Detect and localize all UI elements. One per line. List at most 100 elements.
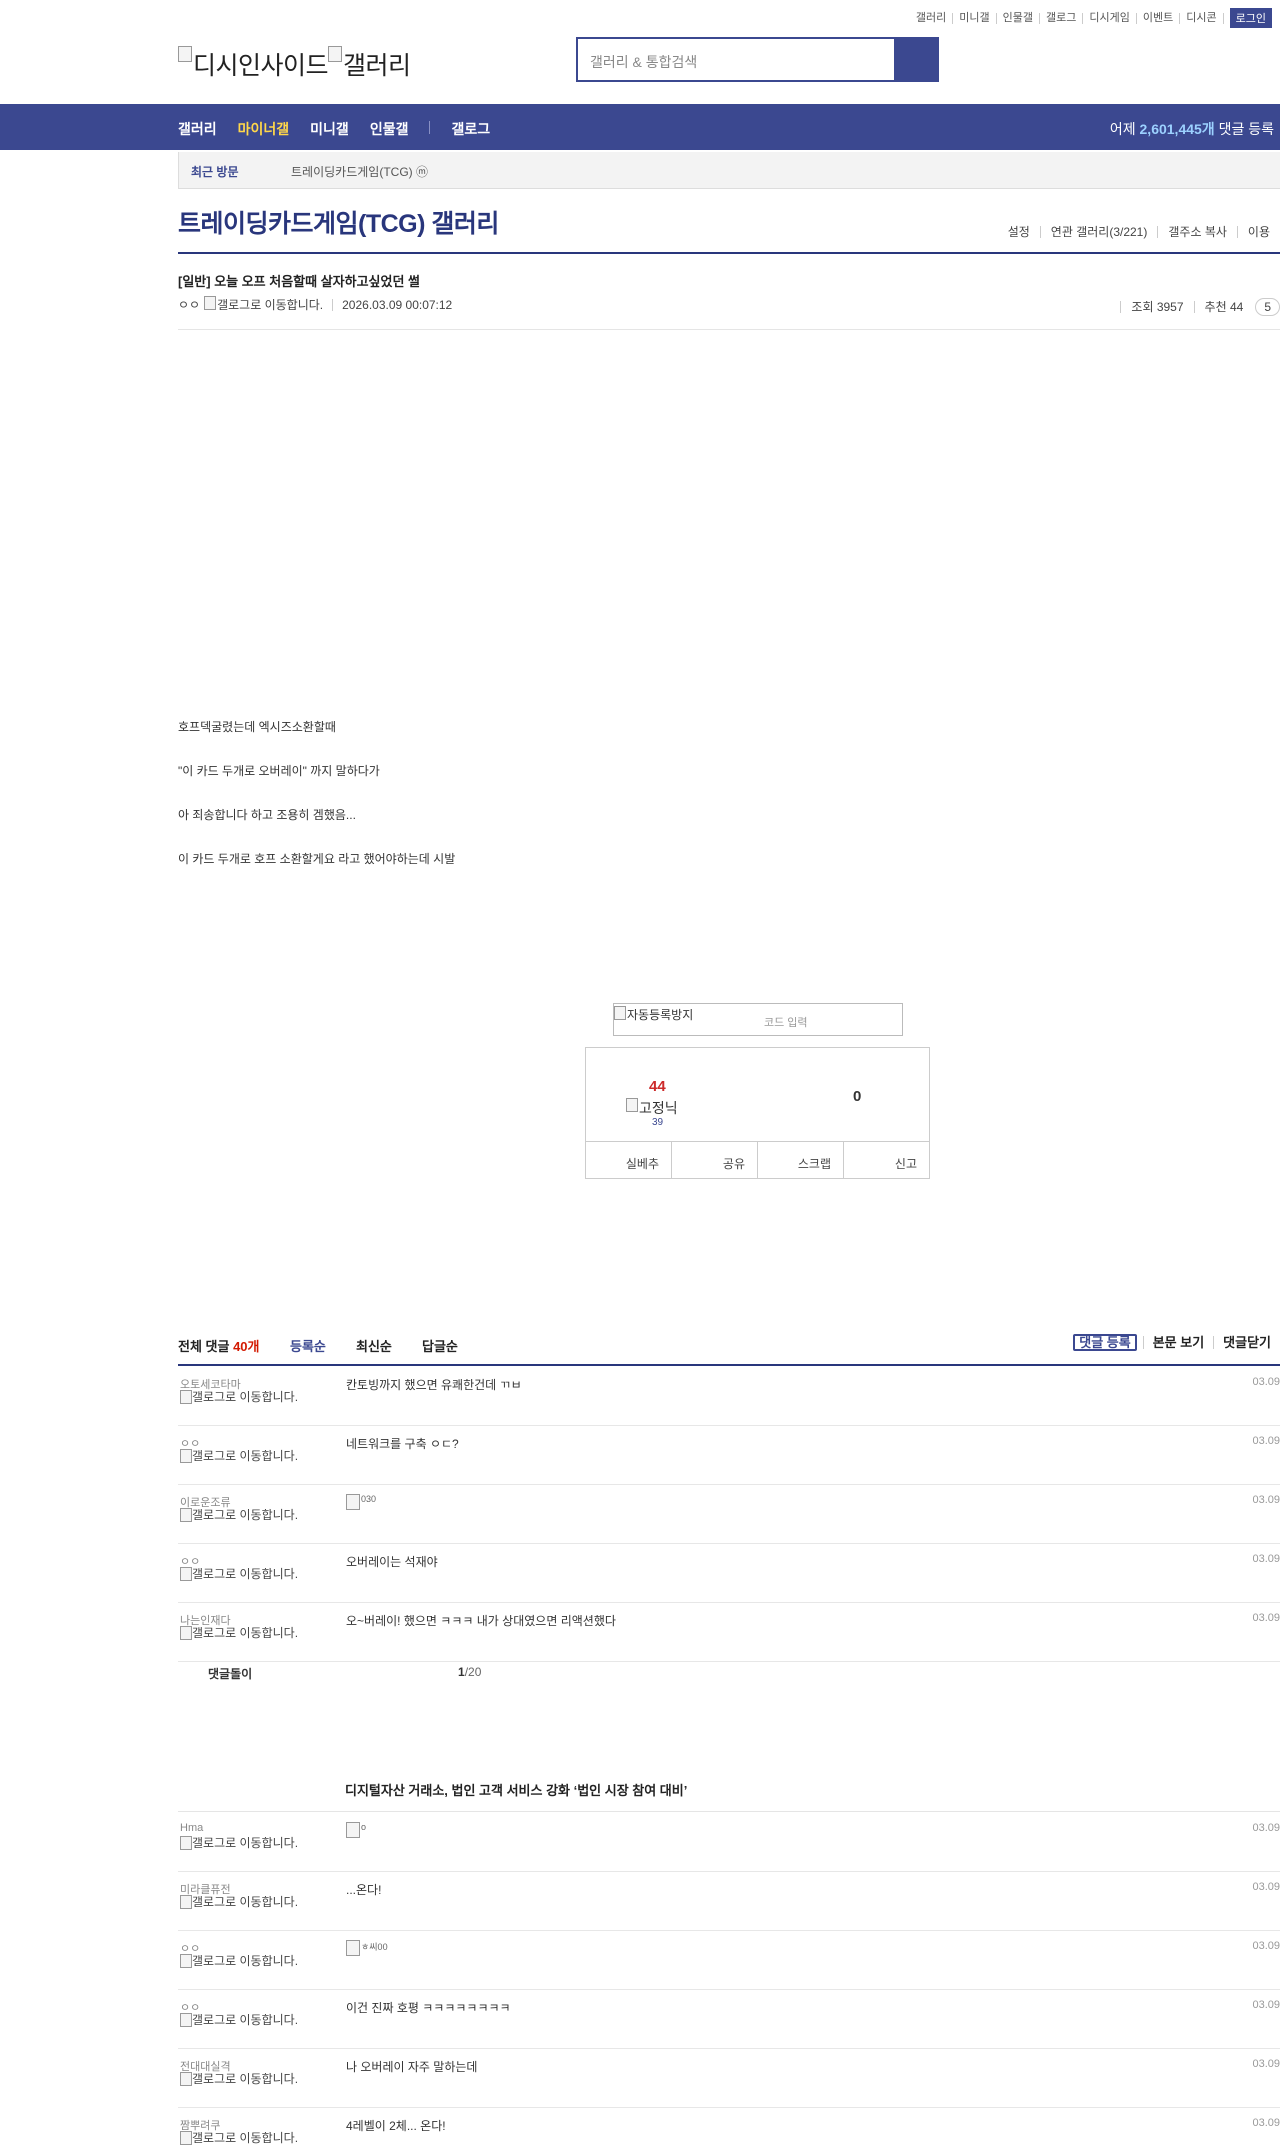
sort-latest[interactable]: 최신순 — [356, 1336, 392, 1355]
reply-pagination[interactable]: 1/20 — [458, 1665, 481, 1679]
fixed-nick-alt: 고정닉 — [639, 1100, 678, 1116]
comment-date: 03.09 — [1252, 1822, 1280, 1834]
gallery-title[interactable]: 트레이딩카드게임(TCG) 갤러리 — [178, 204, 499, 240]
recent-visit-bar: 최근 방문 트레이딩카드게임(TCG) ⓜ — [178, 152, 1280, 189]
view-body-button[interactable]: 본문 보기 — [1142, 1336, 1213, 1349]
recommend-up-count[interactable]: 44 — [649, 1078, 666, 1095]
recommend-actions: 실베추 공유 스크랩 신고 — [586, 1141, 929, 1178]
comment-date: 03.09 — [1252, 1881, 1280, 1893]
comment-date: 03.09 — [1252, 1435, 1280, 1447]
best-recommend-button[interactable]: 실베추 — [586, 1142, 672, 1178]
gallog-link-alt: 갤로그로 이동합니다. — [192, 1836, 299, 1850]
top-link-gallery[interactable]: 갤러리 — [910, 12, 954, 24]
gallog-link[interactable]: 갤로그로 이동합니다. — [180, 1390, 310, 1404]
gallery-menu-related[interactable]: 연관 갤러리(3/221) — [1039, 226, 1158, 238]
comment-image-alt: 030 — [361, 1494, 377, 1504]
comment-row: 나는인재다 갤로그로 이동합니다. 오~버레이! 했으면 ㅋㅋㅋ 내가 상대였으… — [178, 1602, 1280, 1662]
gallery-menu-settings[interactable]: 설정 — [998, 226, 1040, 238]
login-button[interactable]: 로그인 — [1229, 8, 1272, 28]
gallog-link-alt: 갤로그로 이동합니다. — [192, 1449, 299, 1463]
comment-row: 짬뿌려쿠 갤로그로 이동합니다. 4레벨이 2체... 온다! 03.09 — [178, 2107, 1280, 2146]
reply-news-title[interactable]: 디지털자산 거래소, 법인 고객 서비스 강화 ‘법인 시장 참여 대비’ — [345, 1780, 687, 1799]
stat-prefix: 어제 — [1109, 121, 1136, 137]
gallog-link[interactable]: 갤로그로 이동합니다. — [180, 1836, 310, 1850]
captcha-box: 자동등록방지 코드 입력 — [613, 1003, 903, 1036]
search-input[interactable]: 갤러리 & 통합검색 — [578, 39, 894, 80]
post-title: [일반] 오늘 오프 처음할때 살자하고싶었던 썰 — [178, 274, 420, 289]
broken-image-icon — [180, 1836, 192, 1850]
comment-text: 오~버레이! 했으면 ㅋㅋㅋ 내가 상대였으면 리액션했다 — [346, 1614, 616, 1628]
top-link-event[interactable]: 이벤트 — [1137, 12, 1181, 24]
report-button[interactable]: 신고 — [844, 1142, 929, 1178]
sort-replies[interactable]: 답글순 — [422, 1336, 458, 1355]
close-comments-button[interactable]: 댓글닫기 — [1213, 1336, 1280, 1349]
top-link-game[interactable]: 디시게임 — [1083, 12, 1137, 24]
comment-date: 03.09 — [1252, 2117, 1280, 2129]
gallog-link[interactable]: 갤로그로 이동합니다. — [180, 1449, 310, 1463]
post-author[interactable]: ㅇㅇ — [178, 296, 200, 313]
gallog-link-alt: 갤로그로 이동합니다. — [192, 1954, 299, 1968]
share-button[interactable]: 공유 — [672, 1142, 758, 1178]
gallog-link-alt: 갤로그로 이동합니다. — [192, 1508, 299, 1522]
top-link-gallog[interactable]: 갤로그 — [1040, 12, 1084, 24]
gallog-link[interactable]: 갤로그로 이동합니다. — [180, 2131, 310, 2145]
gnb-item-minor[interactable]: 마이너갤 — [238, 119, 290, 139]
gallog-link[interactable]: 갤로그로 이동합니다. — [180, 2072, 310, 2086]
gallog-link-alt: 갤로그로 이동합니다. — [192, 1895, 299, 1909]
comment-image: o — [346, 1822, 366, 1838]
gallog-link[interactable]: 갤로그로 이동합니다. — [180, 2013, 310, 2027]
logo-alt-gallery: 갤러리 — [343, 52, 411, 80]
search-button[interactable] — [894, 39, 937, 80]
gallery-menu-copy-url[interactable]: 갤주소 복사 — [1157, 226, 1237, 238]
gnb-item-gallery[interactable]: 갤러리 — [178, 119, 217, 139]
broken-image-icon — [614, 1006, 626, 1020]
comment-text: 네트워크를 구축 ㅇㄷ? — [346, 1437, 459, 1451]
top-links: 갤러리 미니갤 인물갤 갤로그 디시게임 이벤트 디시콘 로그인 — [910, 8, 1272, 28]
recommend-down-count[interactable]: 0 — [853, 1088, 861, 1105]
post-stats: 조회 3957 추천 44 5 — [1120, 298, 1280, 316]
top-link-dccon[interactable]: 디시콘 — [1180, 12, 1224, 24]
gallog-link[interactable]: 갤로그로 이동합니다. — [180, 1954, 310, 1968]
sort-registered[interactable]: 등록순 — [290, 1336, 326, 1355]
comment-image-alt: o — [361, 1822, 367, 1832]
comment-image-alt: ㅎ씨00 — [361, 1942, 388, 1952]
comment-date: 03.09 — [1252, 1940, 1280, 1952]
comment-row: ㅇㅇ 갤로그로 이동합니다. 오버레이는 석재야 03.09 — [178, 1543, 1280, 1603]
comment-row: ㅇㅇ 갤로그로 이동합니다. ㅎ씨00 03.09 — [178, 1930, 1280, 1990]
comments-total-label: 전체 댓글 — [178, 1339, 230, 1354]
comment-date: 03.09 — [1252, 1612, 1280, 1624]
gnb-item-gallog[interactable]: 갤로그 — [451, 119, 490, 139]
top-link-person[interactable]: 인물갤 — [997, 12, 1041, 24]
recent-visit-item[interactable]: 트레이딩카드게임(TCG) ⓜ — [291, 163, 428, 180]
gallery-menu: 설정 연관 갤러리(3/221) 갤주소 복사 이용 — [998, 226, 1280, 238]
captcha-input[interactable]: 코드 입력 — [764, 1014, 808, 1030]
gnb-item-person[interactable]: 인물갤 — [370, 119, 409, 139]
global-nav: 갤러리 마이너갤 미니갤 인물갤 갤로그 어제 2,601,445개 댓글 등록 — [0, 104, 1280, 150]
comment-row: 미라클퓨전 갤로그로 이동합니다. ...온다! 03.09 — [178, 1871, 1280, 1931]
comment-row: Hma 갤로그로 이동합니다. o 03.09 — [178, 1812, 1280, 1872]
comment-text: 이건 진짜 호평 ㅋㅋㅋㅋㅋㅋㅋㅋ — [346, 2001, 511, 2015]
gallog-link[interactable]: 갤로그로 이동합니다. — [180, 1895, 310, 1909]
comments-total-count: 40개 — [233, 1339, 260, 1354]
comment-stat: 어제 2,601,445개 댓글 등록 — [1110, 119, 1274, 139]
gallog-link-alt: 갤로그로 이동합니다. — [192, 1626, 299, 1640]
post-comment-badge[interactable]: 5 — [1255, 298, 1280, 316]
write-comment-button[interactable]: 댓글 등록 — [1073, 1334, 1137, 1351]
top-link-mini[interactable]: 미니갤 — [953, 12, 997, 24]
scrap-button[interactable]: 스크랩 — [758, 1142, 844, 1178]
gallery-menu-usage[interactable]: 이용 — [1236, 226, 1280, 238]
broken-image-icon — [180, 1508, 192, 1522]
broken-image-icon — [180, 1390, 192, 1404]
gallog-link[interactable]: 갤로그로 이동합니다. — [180, 1626, 310, 1640]
gallog-link[interactable]: 갤로그로 이동합니다. — [180, 1508, 310, 1522]
gallog-link[interactable]: 갤로그로 이동합니다. — [204, 296, 323, 313]
gallog-link[interactable]: 갤로그로 이동합니다. — [180, 1567, 310, 1581]
comment-row: ㅇㅇ 갤로그로 이동합니다. 네트워크를 구축 ㅇㄷ? 03.09 — [178, 1425, 1280, 1485]
site-logo[interactable]: 디시인사이드 갤러리 — [178, 40, 411, 82]
comment-image: ㅎ씨00 — [346, 1940, 388, 1956]
comment-nick[interactable]: Hma — [180, 1822, 203, 1834]
post-body-line: "이 카드 두개로 오버레이" 까지 말하다가 — [178, 764, 380, 778]
broken-image-icon — [328, 46, 343, 62]
gnb-item-mini[interactable]: 미니갤 — [310, 119, 349, 139]
recent-visit-label[interactable]: 최근 방문 — [191, 163, 239, 180]
